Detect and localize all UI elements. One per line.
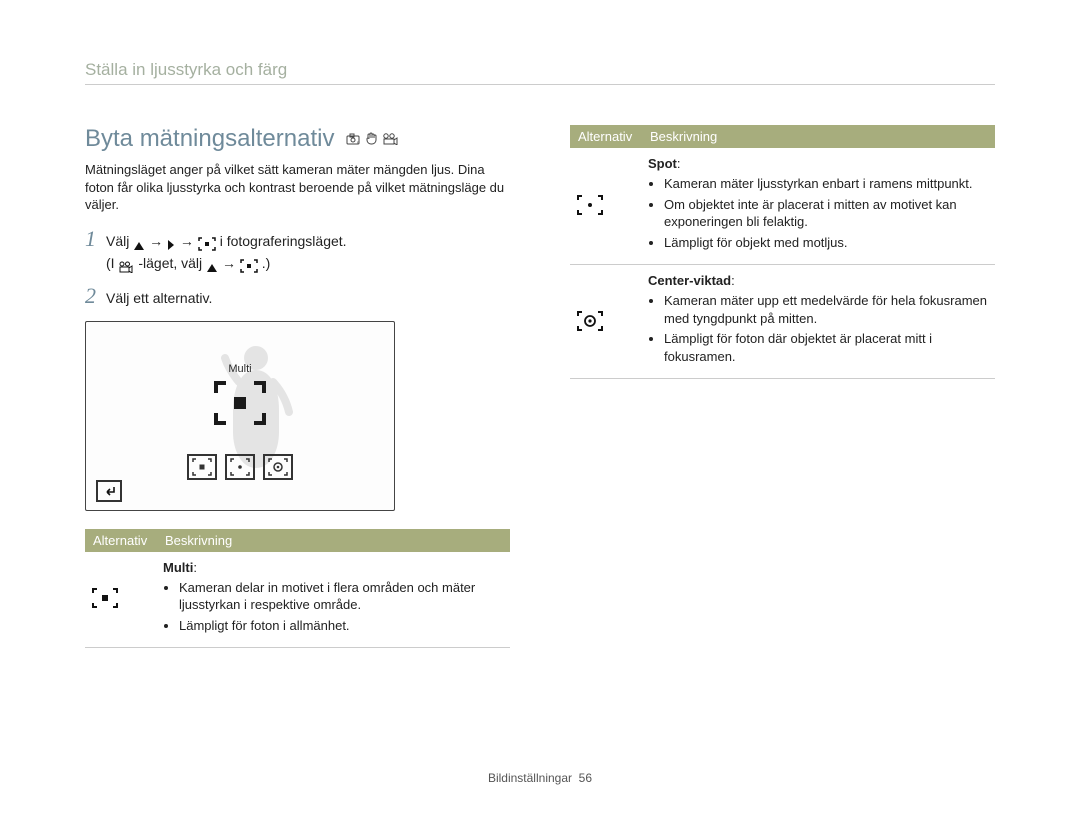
up-triangle-icon [133,233,145,253]
table-header-alt: Alternativ [570,125,642,148]
table-header-desc: Beskrivning [157,529,510,552]
step-number: 1 [85,228,96,250]
metering-spot-icon [576,194,636,216]
option-bullet: Kameran delar in motivet i flera områden… [179,579,504,614]
section-title: Byta mätningsalternativ P [85,125,510,153]
back-button[interactable] [96,480,122,502]
step1-text-c: (I [106,255,118,271]
step1-text-a: Välj [106,233,133,249]
metering-spot-small-icon [225,454,255,480]
up-triangle-icon [206,255,218,275]
step-number: 2 [85,285,96,307]
step1-text-d: -läget, välj [138,255,206,271]
step-1: 1 Välj → → i fotograferingsläget. [85,228,510,276]
step-body: Välj ett alternativ. [106,285,212,308]
option-icon-cell [570,265,642,379]
intro-text: Mätningsläget anger på vilket sätt kamer… [85,161,510,214]
option-name: Multi [163,560,193,575]
arrow-icon: → [222,255,240,271]
option-name: Center-viktad [648,273,731,288]
option-bullet: Om objektet inte är placerat i mitten av… [664,196,989,231]
footer-page: 56 [579,771,592,785]
breadcrumb: Ställa in ljusstyrka och färg [85,60,995,85]
options-table-left: Alternativ Beskrivning Multi: Kameran de… [85,529,510,649]
camera-mode-icon: P [346,133,360,145]
option-bullet: Lämpligt för foton i allmänhet. [179,617,504,635]
mode-icons: P [346,132,398,146]
hand-mode-icon [365,132,377,146]
option-name: Spot [648,156,677,171]
table-row: Multi: Kameran delar in motivet i flera … [85,552,510,648]
section-title-text: Byta mätningsalternativ [85,125,334,153]
metering-multi-large-icon [212,379,268,427]
metering-multi-icon [240,255,258,275]
step1-text-b: i fotograferingsläget. [220,233,347,249]
option-bullet: Lämpligt för foton där objektet är place… [664,330,989,365]
table-row: Spot: Kameran mäter ljusstyrkan enbart i… [570,148,995,265]
step-2: 2 Välj ett alternativ. [85,285,510,308]
option-bullet: Kameran mäter upp ett medelvärde för hel… [664,292,989,327]
metering-center-small-icon [263,454,293,480]
video-mode-icon [382,133,398,145]
option-icon-cell [570,148,642,265]
arrow-icon: → [180,233,198,249]
table-header-desc: Beskrivning [642,125,995,148]
option-icon-cell [85,552,157,648]
step1-text-e: .) [262,255,271,271]
step-body: Välj → → i fotograferingsläget. (I [106,228,347,276]
metering-center-icon [576,310,636,332]
table-row: Center-viktad: Kameran mäter upp ett med… [570,265,995,379]
options-table-right: Alternativ Beskrivning Spot: Kameran mät… [570,125,995,379]
table-header-alt: Alternativ [85,529,157,552]
arrow-icon: → [149,233,167,249]
svg-text:P: P [357,140,360,145]
option-bullet: Lämpligt för objekt med motljus. [664,234,989,252]
option-bullet: Kameran mäter ljusstyrkan enbart i ramen… [664,175,989,193]
footer-label: Bildinställningar [488,771,572,785]
camera-display-preview: Multi [85,321,395,511]
page-footer: Bildinställningar 56 [0,771,1080,785]
metering-label: Multi [228,363,251,375]
metering-multi-small-icon [187,454,217,480]
metering-multi-icon [91,587,151,609]
metering-multi-icon [198,233,216,253]
right-chevron-icon [167,233,176,253]
video-mode-small-icon [118,255,134,275]
